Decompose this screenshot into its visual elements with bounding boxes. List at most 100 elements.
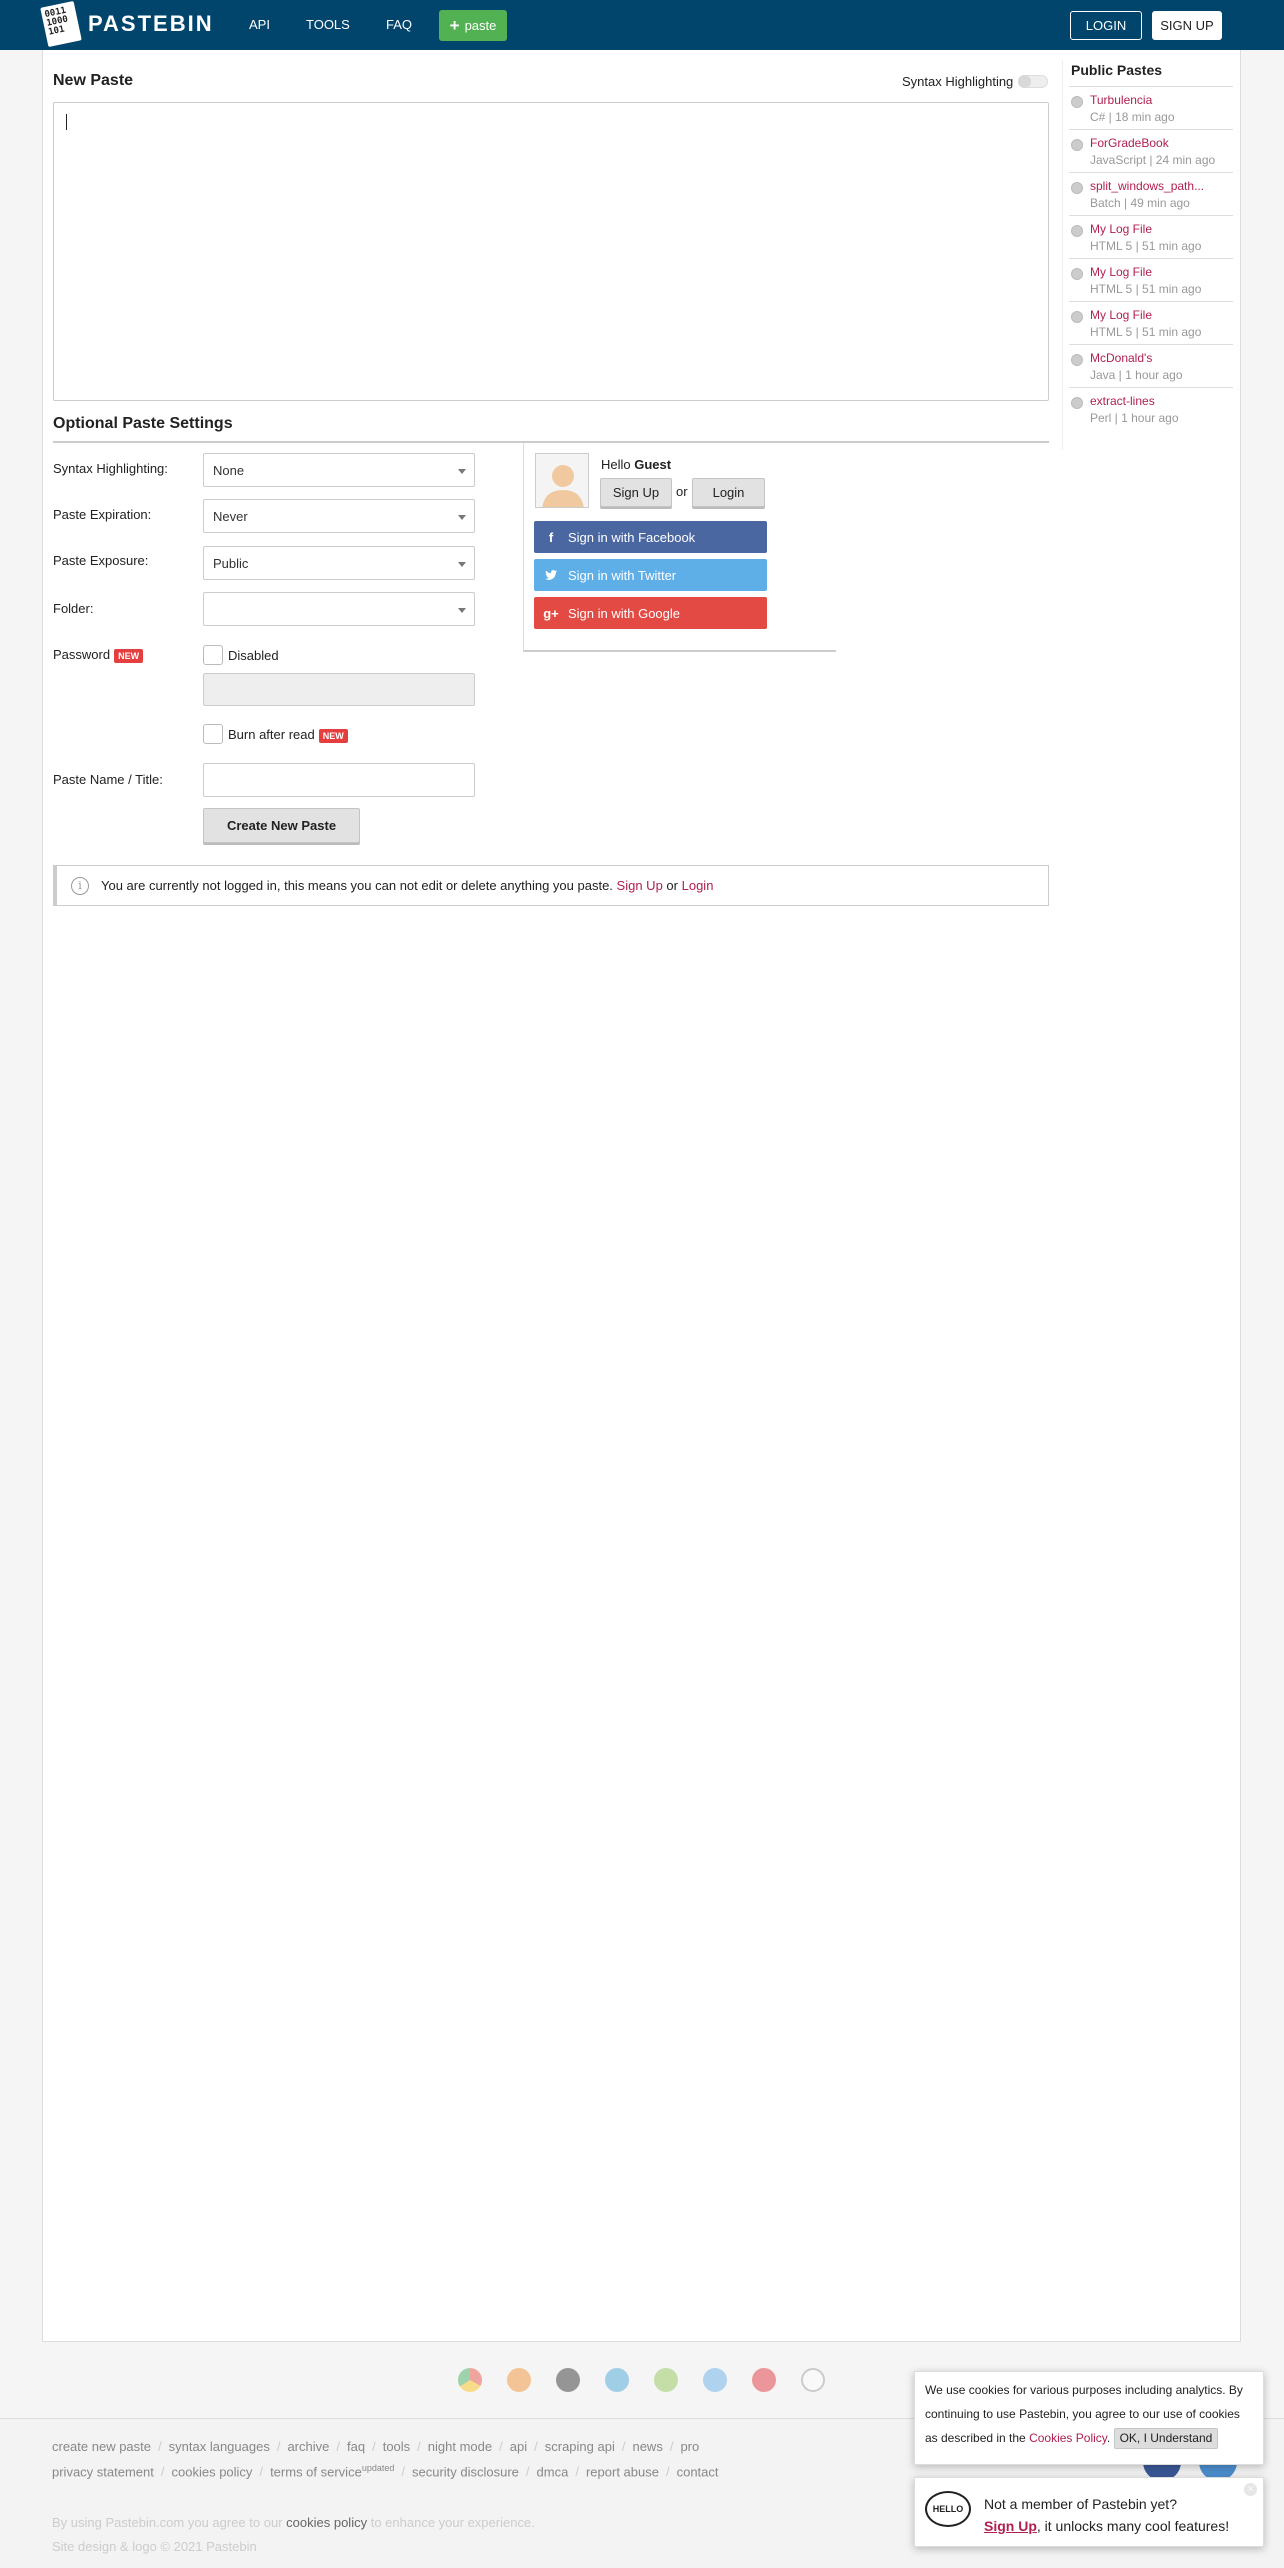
google-signin-button[interactable]: g+ Sign in with Google	[534, 597, 767, 629]
notice-login-link[interactable]: Login	[682, 878, 714, 893]
public-paste-item[interactable]: My Log File HTML 5 | 51 min ago	[1069, 258, 1233, 301]
link-separator: /	[158, 2439, 162, 2454]
close-icon[interactable]: ×	[1244, 2483, 1257, 2496]
public-paste-name[interactable]: ForGradeBook	[1090, 136, 1169, 150]
globe-icon	[1071, 397, 1083, 409]
nav-faq[interactable]: FAQ	[386, 17, 412, 32]
footer-link[interactable]: terms of service	[270, 2464, 362, 2479]
create-new-paste-button[interactable]: Create New Paste	[203, 808, 360, 843]
twitter-signin-button[interactable]: Sign in with Twitter	[534, 559, 767, 591]
folder-label: Folder:	[53, 601, 94, 616]
nav-tools[interactable]: TOOLS	[306, 17, 350, 32]
footer-link[interactable]: api	[510, 2439, 527, 2454]
nav-api[interactable]: API	[249, 17, 270, 32]
new-paste-button[interactable]: + paste	[439, 10, 507, 41]
login-button[interactable]: LOGIN	[1070, 11, 1142, 40]
ios-icon[interactable]	[556, 2368, 580, 2392]
public-paste-name[interactable]: Turbulencia	[1090, 93, 1152, 107]
linux-icon[interactable]	[801, 2368, 825, 2392]
public-paste-name[interactable]: My Log File	[1090, 265, 1152, 279]
notice-text: You are currently not logged in, this me…	[101, 878, 613, 893]
public-paste-meta: C# | 18 min ago	[1090, 110, 1175, 124]
paste-name-input[interactable]	[203, 763, 475, 797]
member-signup-link[interactable]: Sign Up	[984, 2518, 1037, 2534]
chrome-icon[interactable]	[458, 2368, 482, 2392]
footer-link[interactable]: dmca	[537, 2464, 569, 2479]
public-paste-item[interactable]: extract-lines Perl | 1 hour ago	[1069, 387, 1233, 430]
footer-link[interactable]: cookies policy	[172, 2464, 253, 2479]
footer-cookie-note: By using Pastebin.com you agree to our c…	[52, 2515, 535, 2530]
paste-editor-textarea[interactable]	[53, 102, 1049, 401]
burn-after-read-checkbox[interactable]	[203, 724, 223, 744]
public-paste-item[interactable]: ForGradeBook JavaScript | 24 min ago	[1069, 129, 1233, 172]
footer-cookies-policy-link[interactable]: cookies policy	[286, 2515, 367, 2530]
exposure-label: Paste Exposure:	[53, 553, 149, 568]
public-paste-name[interactable]: split_windows_path...	[1090, 179, 1204, 193]
footer-link[interactable]: pro	[680, 2439, 699, 2454]
public-paste-name[interactable]: My Log File	[1090, 222, 1152, 236]
cookie-policy-link[interactable]: Cookies Policy	[1029, 2431, 1107, 2445]
exposure-select[interactable]: Public	[203, 546, 475, 580]
public-paste-meta: Perl | 1 hour ago	[1090, 411, 1179, 425]
footer-link[interactable]: contact	[677, 2464, 719, 2479]
hello-text: Hello	[601, 457, 631, 472]
android-icon[interactable]	[654, 2368, 678, 2392]
folder-select[interactable]	[203, 592, 475, 626]
footer-link[interactable]: night mode	[428, 2439, 492, 2454]
expiration-select-value: Never	[213, 508, 248, 524]
footer-link[interactable]: news	[632, 2439, 662, 2454]
windows-icon[interactable]	[605, 2368, 629, 2392]
notice-signup-link[interactable]: Sign Up	[617, 878, 663, 893]
footer-link[interactable]: create new paste	[52, 2439, 151, 2454]
cookie-ok-button[interactable]: OK, I Understand	[1113, 2428, 1219, 2449]
footer-link[interactable]: privacy statement	[52, 2464, 154, 2479]
syntax-select[interactable]: None	[203, 453, 475, 487]
guest-signup-button[interactable]: Sign Up	[600, 478, 672, 507]
signup-button[interactable]: SIGN UP	[1152, 11, 1222, 40]
not-logged-in-notice: i You are currently not logged in, this …	[53, 865, 1049, 906]
public-paste-name[interactable]: McDonald's	[1090, 351, 1152, 365]
chevron-down-icon	[458, 469, 466, 474]
firefox-icon[interactable]	[507, 2368, 531, 2392]
opera-icon[interactable]	[752, 2368, 776, 2392]
guest-login-button[interactable]: Login	[692, 478, 765, 507]
link-separator: /	[525, 2464, 530, 2480]
updated-superscript: updated	[361, 2463, 395, 2473]
exposure-select-value: Public	[213, 555, 249, 571]
public-paste-meta: HTML 5 | 51 min ago	[1090, 325, 1202, 339]
new-paste-heading: New Paste	[53, 72, 134, 89]
public-paste-name[interactable]: My Log File	[1090, 308, 1152, 322]
public-paste-item[interactable]: McDonald's Java | 1 hour ago	[1069, 344, 1233, 387]
footer-link[interactable]: report abuse	[586, 2464, 659, 2479]
public-paste-item[interactable]: My Log File HTML 5 | 51 min ago	[1069, 301, 1233, 344]
chevron-down-icon	[458, 515, 466, 520]
public-paste-name[interactable]: extract-lines	[1090, 394, 1155, 408]
sidebar-divider	[1062, 60, 1063, 450]
pastebin-logo[interactable]: 0011 1000 101 PASTEBIN	[40, 0, 214, 48]
password-checkbox[interactable]	[203, 645, 223, 665]
expiration-select[interactable]: Never	[203, 499, 475, 533]
footer-link[interactable]: faq	[347, 2439, 365, 2454]
logo-text: PASTEBIN	[88, 11, 214, 36]
footer-link[interactable]: security disclosure	[412, 2464, 519, 2479]
cookie-consent-popup: We use cookies for various purposes incl…	[914, 2371, 1264, 2465]
toggle-knob	[1018, 75, 1031, 88]
public-paste-item[interactable]: My Log File HTML 5 | 51 min ago	[1069, 215, 1233, 258]
footer-link[interactable]: archive	[287, 2439, 329, 2454]
public-paste-item[interactable]: Turbulencia C# | 18 min ago	[1069, 86, 1233, 129]
facebook-signin-button[interactable]: f Sign in with Facebook	[534, 521, 767, 553]
guest-name: Guest	[634, 457, 672, 472]
footer-link[interactable]: tools	[383, 2439, 410, 2454]
x-icon[interactable]	[703, 2368, 727, 2392]
notice-text-row: You are currently not logged in, this me…	[101, 878, 713, 893]
guest-avatar	[535, 453, 589, 508]
footer-link[interactable]: scraping api	[545, 2439, 615, 2454]
burn-after-read-label: Burn after read	[228, 727, 315, 742]
globe-icon	[1071, 225, 1083, 237]
footer-link[interactable]: syntax languages	[169, 2439, 270, 2454]
syntax-highlighting-toggle[interactable]	[1018, 75, 1048, 88]
member-question: Not a member of Pastebin yet?	[984, 2496, 1177, 2512]
public-paste-item[interactable]: split_windows_path... Batch | 49 min ago	[1069, 172, 1233, 215]
footer-links-row-1: create new paste / syntax languages / archiv…	[52, 2439, 699, 2454]
footer-links-row-2: privacy statement / cookies policy / terms o…	[52, 2463, 719, 2479]
